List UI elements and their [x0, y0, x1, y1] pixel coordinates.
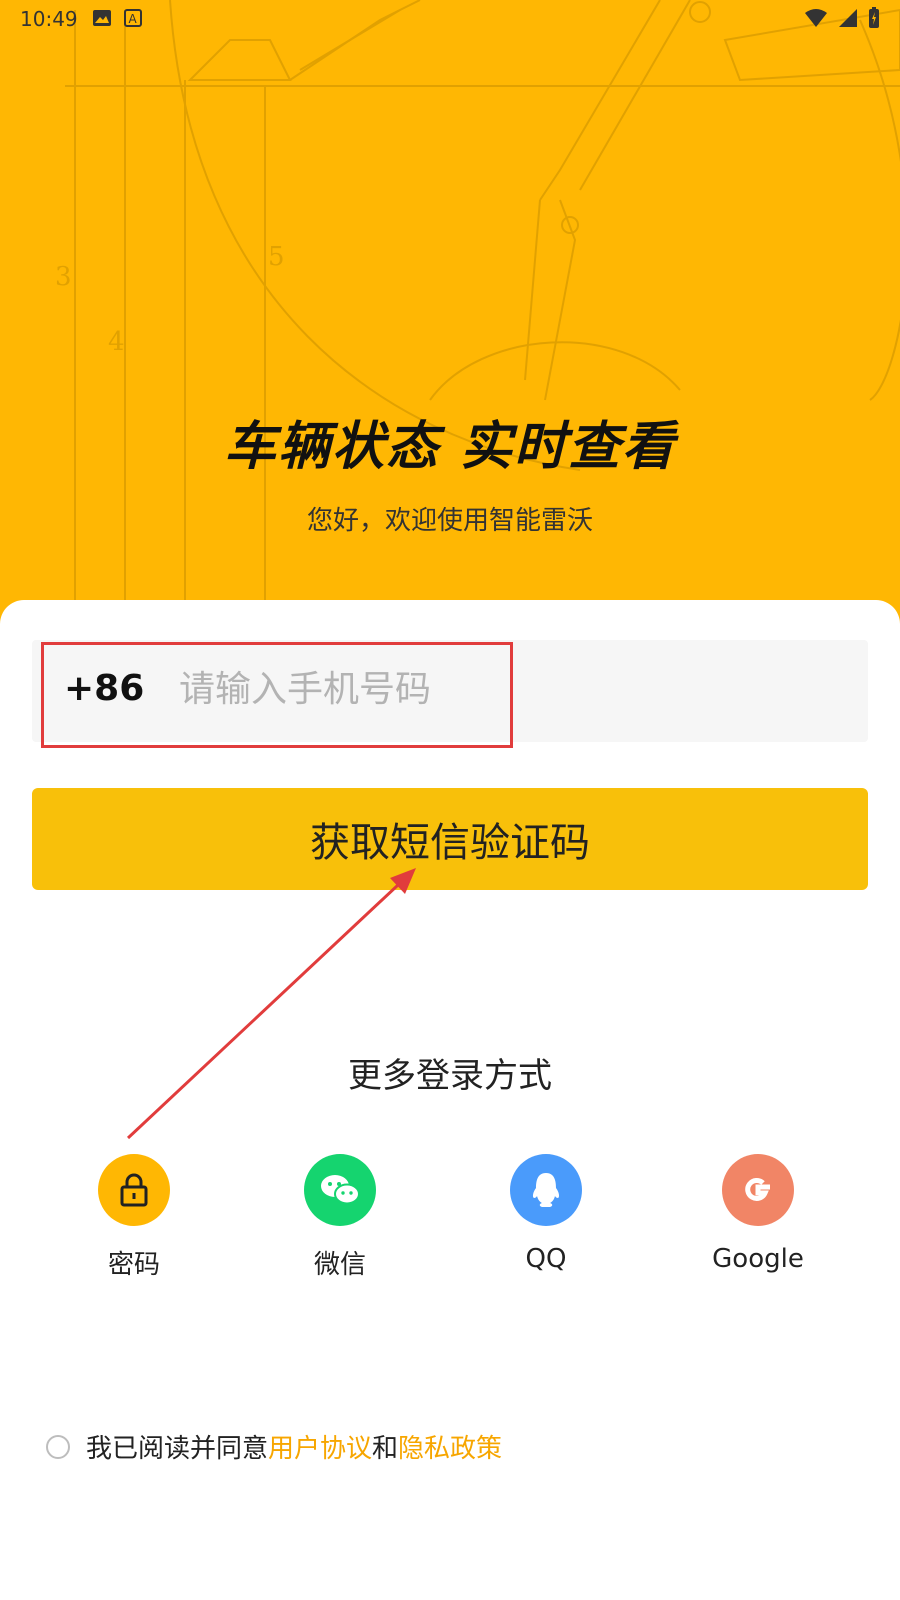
login-option-label: Google	[712, 1244, 804, 1274]
login-option-label: QQ	[525, 1244, 567, 1274]
status-bar: 10:49 A	[0, 0, 900, 36]
excavator-background-illustration: 3 4 5	[55, 0, 900, 600]
country-code[interactable]: +86	[64, 668, 144, 709]
wifi-icon	[805, 9, 827, 27]
phone-input-row: +86	[32, 640, 868, 742]
hero-title: 车辆状态 实时查看	[223, 417, 677, 477]
lock-icon	[120, 1173, 148, 1207]
svg-text:4: 4	[108, 327, 125, 357]
agreement-row: 我已阅读并同意 用户协议 和 隐私政策	[46, 1428, 502, 1465]
login-option-qq-circle[interactable]	[510, 1154, 582, 1226]
login-option-label: 微信	[313, 1250, 366, 1280]
google-icon	[745, 1177, 770, 1201]
login-option-label: 密码	[107, 1250, 160, 1280]
svg-text:3: 3	[55, 262, 72, 292]
phone-number-input[interactable]	[177, 656, 581, 722]
user-agreement-link[interactable]: 用户协议	[268, 1428, 372, 1465]
login-option-google-circle[interactable]	[722, 1154, 794, 1226]
more-login-title: 更多登录方式	[348, 1056, 552, 1096]
login-option-wechat-circle[interactable]	[304, 1154, 376, 1226]
hero-subtitle: 您好，欢迎使用智能雷沃	[306, 506, 593, 536]
svg-text:A: A	[129, 12, 138, 26]
qq-icon	[532, 1173, 560, 1207]
wechat-icon	[321, 1175, 360, 1205]
svg-text:5: 5	[268, 242, 285, 272]
agreement-prefix: 我已阅读并同意	[86, 1434, 269, 1464]
login-option-password-circle[interactable]	[98, 1154, 170, 1226]
signal-icon	[839, 9, 857, 27]
status-time: 10:49	[20, 7, 78, 31]
login-option-qq[interactable]: QQ	[476, 1154, 616, 1274]
login-option-password[interactable]: 密码	[64, 1154, 204, 1281]
image-icon	[93, 10, 111, 26]
get-sms-code-button[interactable]: 获取短信验证码	[32, 788, 868, 890]
privacy-policy-link[interactable]: 隐私政策	[398, 1428, 502, 1465]
login-option-wechat[interactable]: 微信	[270, 1154, 410, 1281]
agreement-conjunction: 和	[372, 1434, 399, 1464]
hero-banner: 3 4 5 10:49 A 车辆状态 实时查看 您好，欢迎使用智能雷沃	[0, 0, 900, 640]
text-a-icon: A	[124, 9, 142, 27]
battery-icon	[869, 7, 879, 28]
login-card: +86 获取短信验证码 更多登录方式 密码 微信	[0, 600, 900, 1600]
login-option-google[interactable]: Google	[688, 1154, 828, 1274]
agreement-checkbox[interactable]	[46, 1434, 70, 1459]
